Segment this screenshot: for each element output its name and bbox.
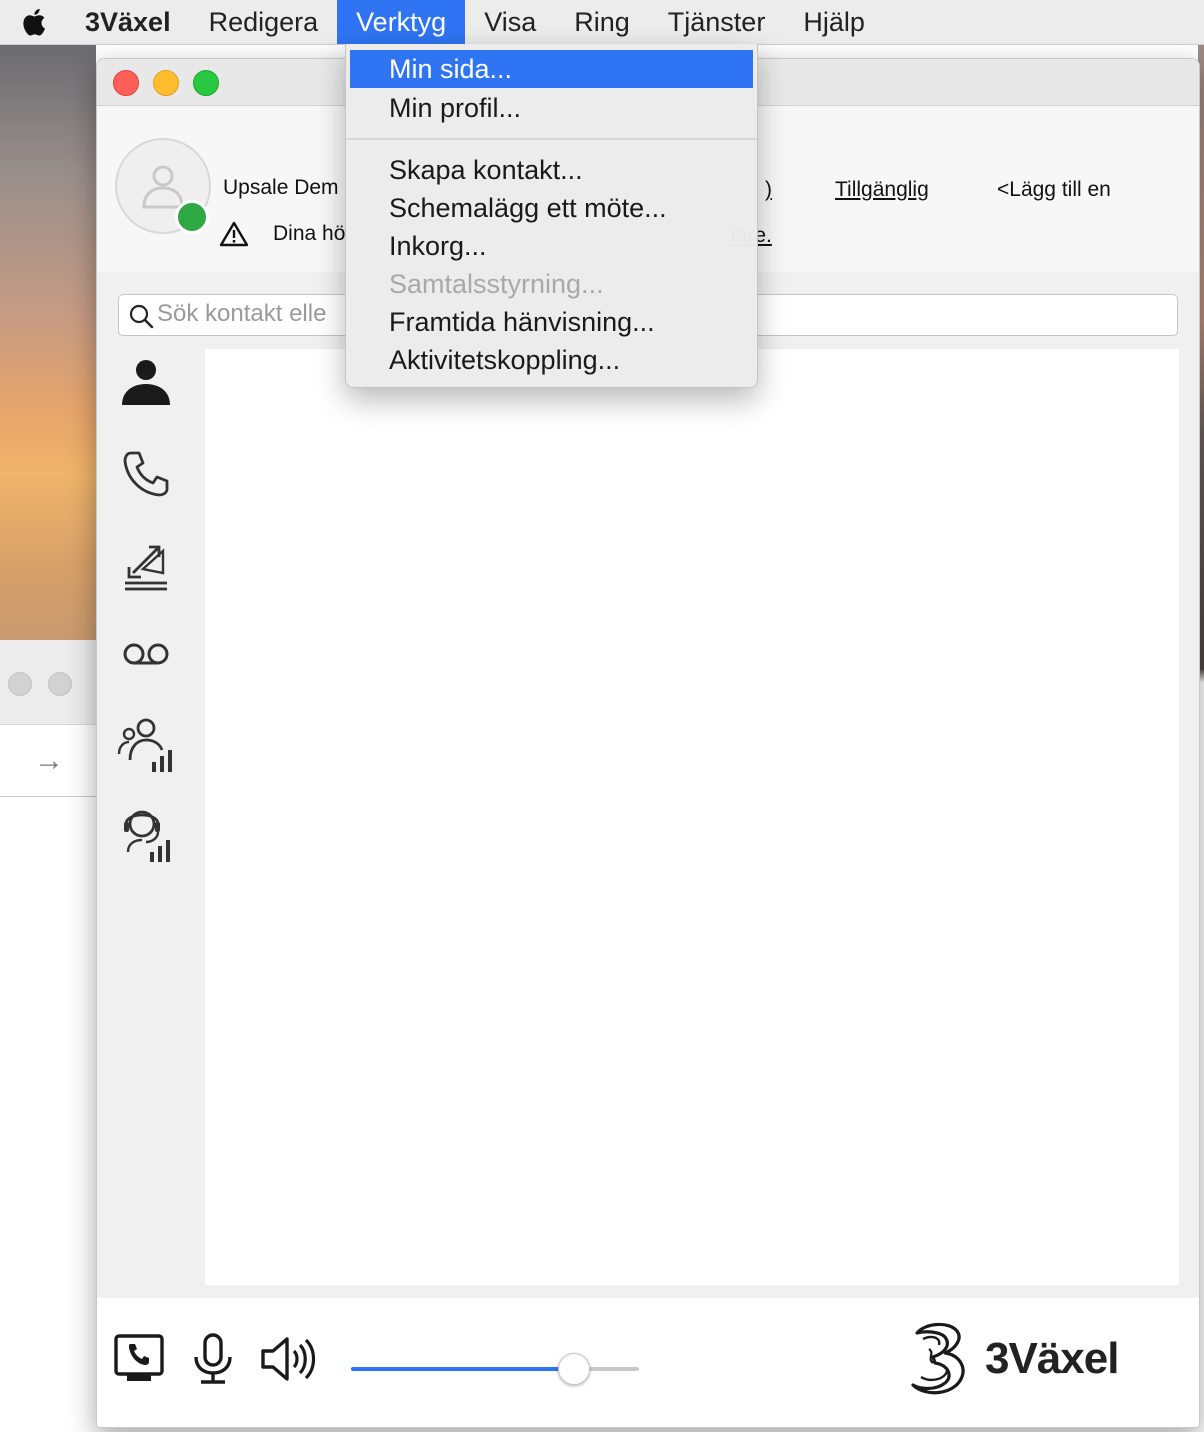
nav-group-stats[interactable] bbox=[111, 709, 181, 779]
brand-name: 3Växel bbox=[985, 1334, 1119, 1383]
search-icon bbox=[128, 303, 154, 334]
volume-slider-fill bbox=[351, 1367, 573, 1371]
menu-item-framtida-hanvisning[interactable]: Framtida hänvisning... bbox=[350, 303, 753, 341]
menu-hjalp[interactable]: Hjälp bbox=[784, 0, 884, 44]
group-stats-icon bbox=[117, 718, 172, 772]
minimize-window-button[interactable] bbox=[153, 70, 179, 96]
menu-visa[interactable]: Visa bbox=[465, 0, 555, 44]
background-window-titlebar bbox=[0, 640, 96, 725]
close-window-button[interactable] bbox=[113, 70, 139, 96]
voicemail-icon bbox=[123, 643, 169, 665]
menu-bar: 3Växel Redigera Verktyg Visa Ring Tjänst… bbox=[0, 0, 1204, 45]
queue-stats-icon bbox=[124, 810, 170, 862]
menu-item-inkorg[interactable]: Inkorg... bbox=[350, 227, 753, 265]
nav-voicemail[interactable] bbox=[111, 619, 181, 689]
footer-bar: 3Växel bbox=[97, 1299, 1199, 1427]
nav-call-transfer[interactable] bbox=[111, 529, 181, 599]
divider bbox=[0, 796, 96, 797]
user-name: Upsale Dem bbox=[223, 176, 339, 199]
menu-item-min-sida[interactable]: Min sida... bbox=[350, 50, 753, 88]
apple-icon[interactable] bbox=[0, 7, 66, 37]
add-note-text[interactable]: <Lägg till en bbox=[997, 178, 1111, 202]
background-window-button bbox=[8, 672, 32, 696]
desktop-wallpaper bbox=[0, 44, 96, 640]
nav-contacts[interactable] bbox=[111, 347, 181, 417]
zoom-window-button[interactable] bbox=[193, 70, 219, 96]
main-content-area[interactable] bbox=[205, 349, 1179, 1285]
microphone-icon bbox=[194, 1333, 232, 1384]
background-window: → bbox=[0, 640, 96, 1432]
presence-indicator bbox=[175, 200, 209, 234]
forward-arrow-icon: → bbox=[34, 744, 64, 777]
menu-app-name[interactable]: 3Växel bbox=[66, 0, 190, 44]
menu-separator bbox=[346, 138, 757, 140]
contacts-icon bbox=[122, 360, 170, 405]
status-link[interactable]: ) bbox=[765, 178, 772, 202]
speaker-button[interactable] bbox=[259, 1333, 317, 1385]
menu-item-skapa-kontakt[interactable]: Skapa kontakt... bbox=[350, 151, 753, 189]
speaker-icon bbox=[261, 1337, 316, 1381]
softphone-button[interactable] bbox=[113, 1333, 165, 1385]
background-window-button bbox=[48, 672, 72, 696]
menu-item-schemalagg-mote[interactable]: Schemalägg ett möte... bbox=[350, 189, 753, 227]
menu-tjanster[interactable]: Tjänster bbox=[649, 0, 785, 44]
menu-verktyg[interactable]: Verktyg bbox=[337, 0, 466, 44]
phone-icon bbox=[123, 451, 169, 497]
three-logo-icon bbox=[911, 1322, 965, 1395]
menu-ring[interactable]: Ring bbox=[555, 0, 649, 44]
volume-slider[interactable] bbox=[351, 1353, 639, 1385]
microphone-button[interactable] bbox=[191, 1333, 235, 1385]
volume-slider-thumb[interactable] bbox=[557, 1353, 590, 1385]
softphone-screen-icon bbox=[114, 1334, 164, 1381]
menu-item-samtalsstyrning: Samtalsstyrning... bbox=[389, 269, 604, 299]
menu-redigera[interactable]: Redigera bbox=[190, 0, 338, 44]
menu-item-aktivitetskoppling[interactable]: Aktivitetskoppling... bbox=[350, 341, 753, 379]
warning-icon bbox=[219, 220, 249, 253]
nav-queue-stats[interactable] bbox=[111, 799, 181, 869]
brand-logo: 3Växel bbox=[905, 1319, 1119, 1399]
verktyg-dropdown-menu: Min sida... Min profil... Skapa kontakt.… bbox=[345, 44, 758, 388]
call-transfer-icon bbox=[125, 545, 167, 591]
nav-calls[interactable] bbox=[111, 439, 181, 509]
menu-item-min-profil[interactable]: Min profil... bbox=[350, 89, 753, 127]
warning-text: Dina hö bbox=[273, 222, 346, 245]
availability-link[interactable]: Tillgänglig bbox=[835, 178, 929, 202]
